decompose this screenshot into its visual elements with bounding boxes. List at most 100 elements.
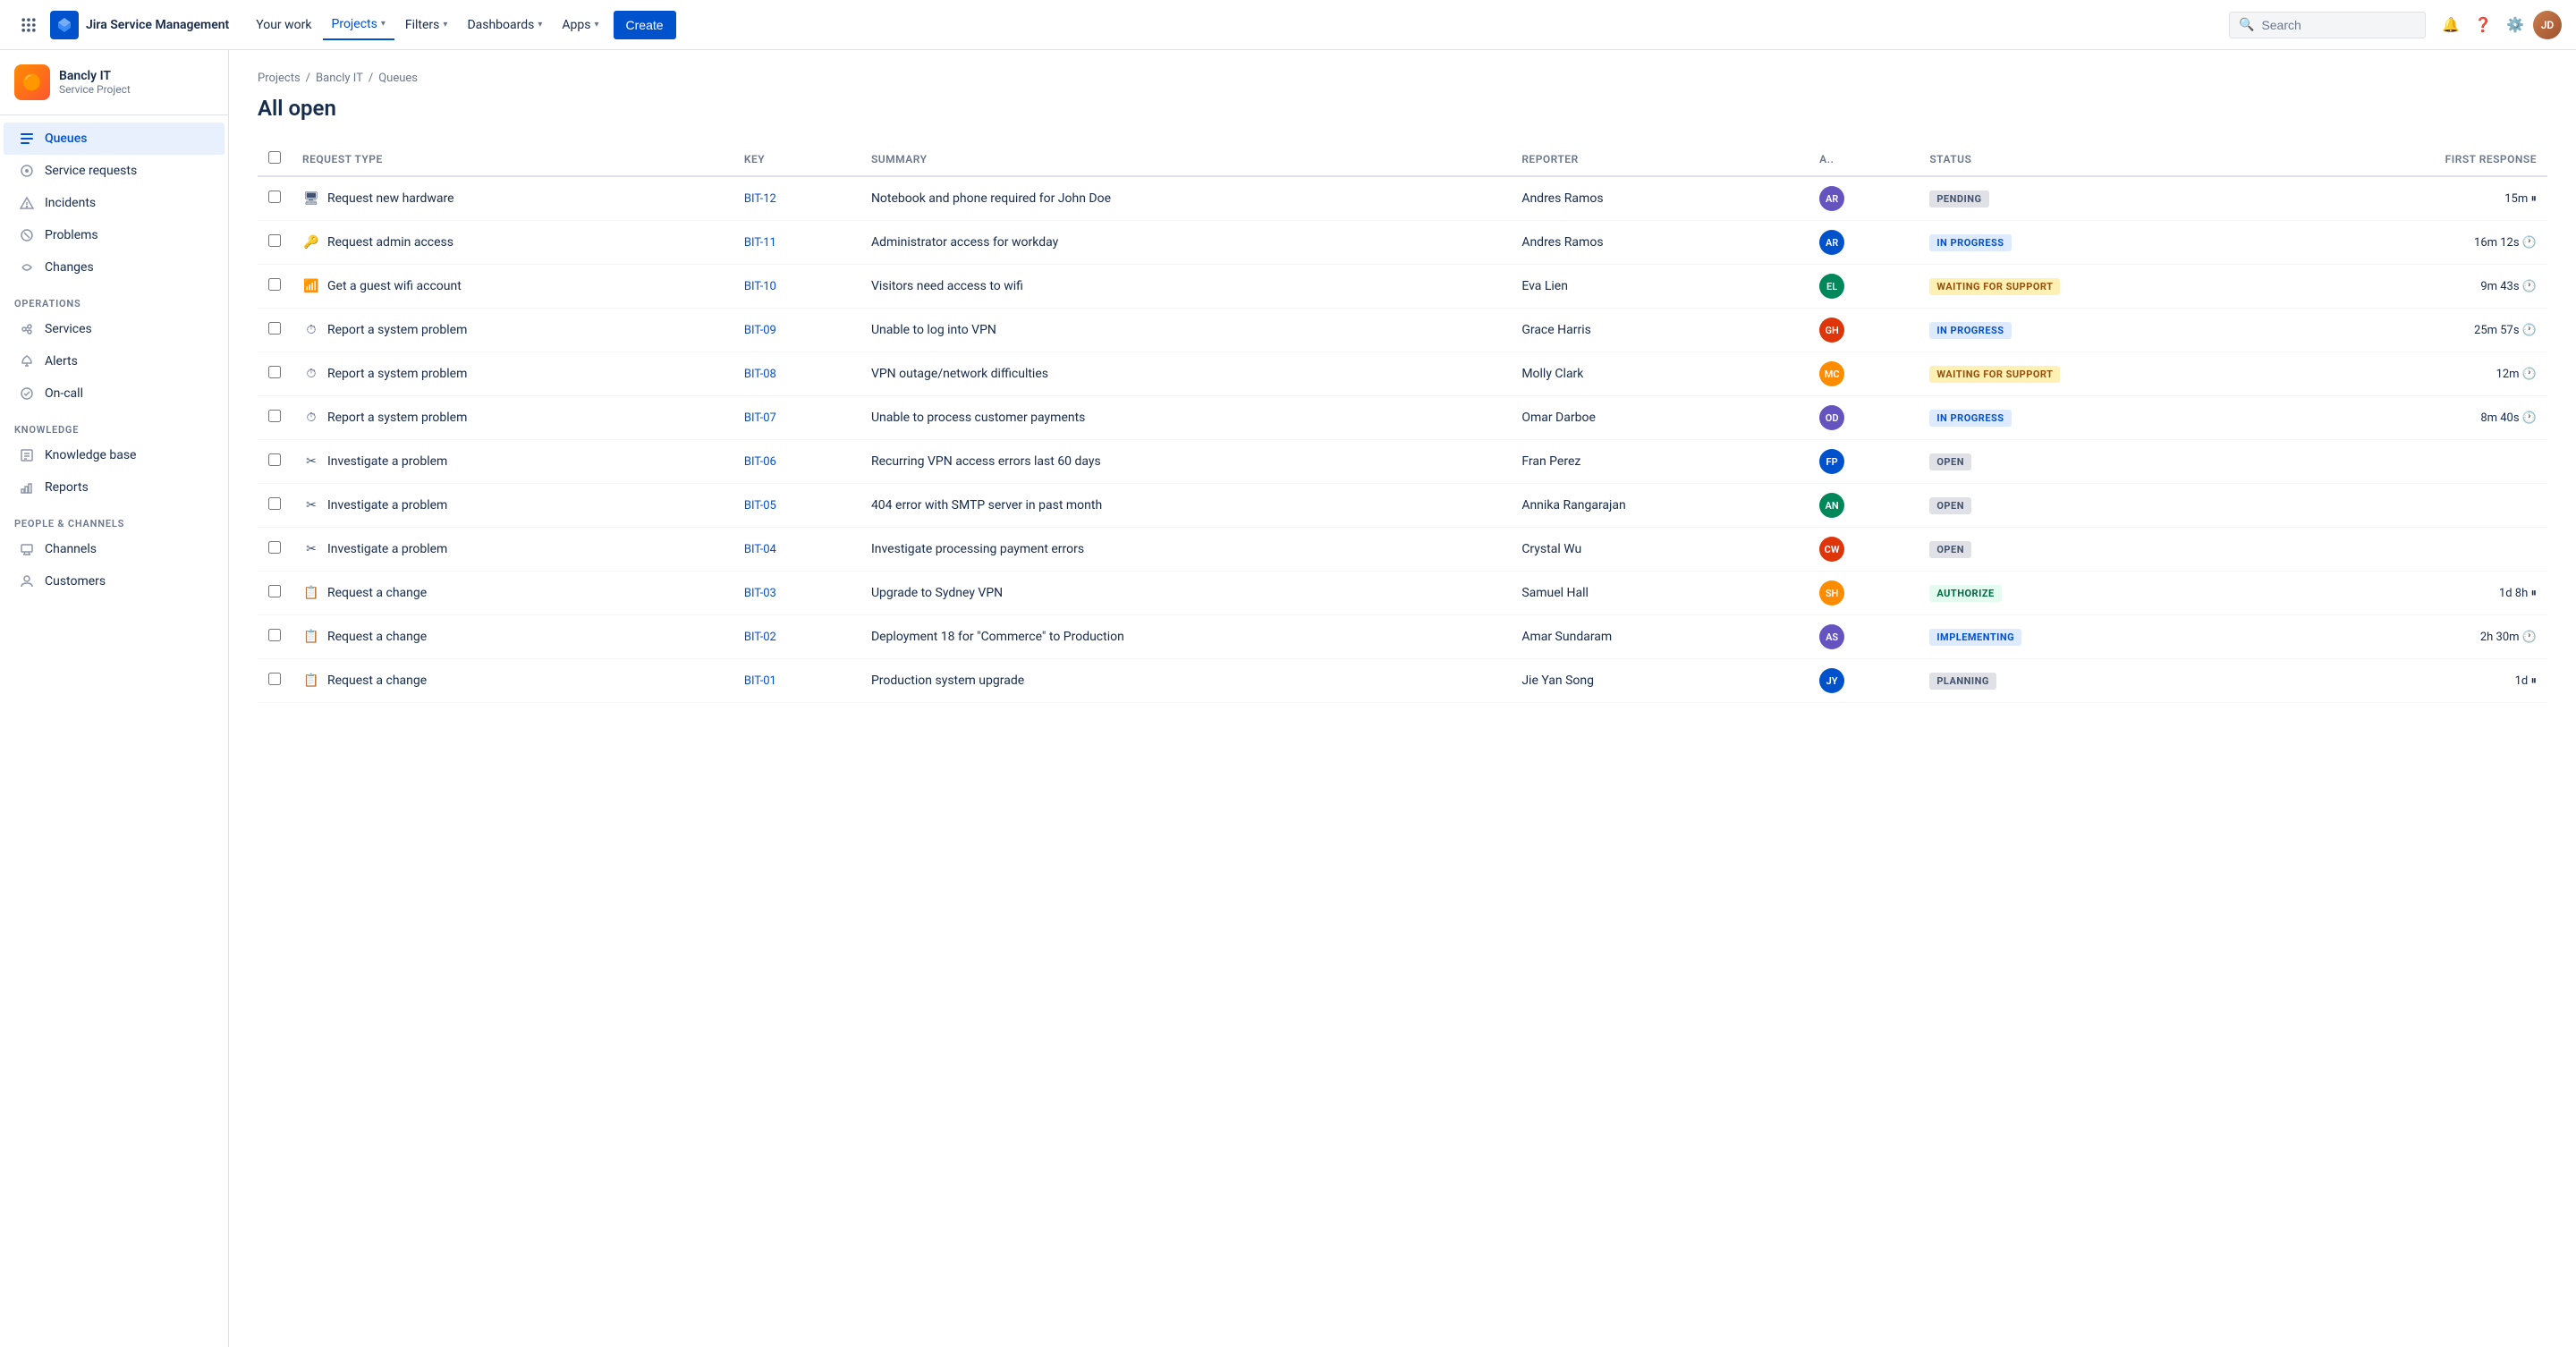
channels-label: Channels: [45, 542, 97, 556]
status-badge: OPEN: [1929, 541, 1971, 558]
assignee-avatar: OD: [1819, 405, 1844, 430]
sidebar-item-alerts[interactable]: Alerts: [4, 345, 225, 377]
main-layout: 🟠 Bancly IT Service Project Queues Servi…: [0, 50, 2576, 1347]
select-all-checkbox[interactable]: [268, 151, 281, 164]
issue-key-link[interactable]: BIT-04: [744, 543, 776, 556]
row-first-response: [2280, 528, 2548, 572]
sidebar-item-incidents[interactable]: Incidents: [4, 187, 225, 219]
row-checkbox[interactable]: [268, 629, 281, 641]
status-badge: WAITING FOR SUPPORT: [1929, 366, 2060, 383]
issue-key-link[interactable]: BIT-03: [744, 587, 776, 600]
first-response-value: 1d: [2515, 674, 2529, 688]
row-checkbox[interactable]: [268, 234, 281, 247]
row-summary: 404 error with SMTP server in past month: [860, 484, 1511, 528]
issue-key-link[interactable]: BIT-05: [744, 499, 776, 513]
row-checkbox[interactable]: [268, 453, 281, 466]
sidebar-item-service-requests[interactable]: Service requests: [4, 155, 225, 187]
project-icon: 🟠: [14, 64, 50, 100]
request-type-label: Request a change: [327, 674, 427, 688]
row-checkbox[interactable]: [268, 278, 281, 291]
issue-key-link[interactable]: BIT-01: [744, 674, 776, 688]
breadcrumb-projects[interactable]: Projects: [258, 72, 301, 85]
issue-key-link[interactable]: BIT-12: [744, 192, 776, 206]
dashboards-nav[interactable]: Dashboards ▾: [458, 11, 551, 39]
row-checkbox[interactable]: [268, 191, 281, 203]
user-avatar[interactable]: JD: [2533, 11, 2562, 39]
row-status: IMPLEMENTING: [1919, 615, 2279, 659]
status-badge: IN PROGRESS: [1929, 234, 2011, 251]
row-checkbox[interactable]: [268, 366, 281, 378]
row-request-type: ✂ Investigate a problem: [292, 528, 733, 572]
issue-key-link[interactable]: BIT-08: [744, 368, 776, 381]
row-checkbox[interactable]: [268, 497, 281, 510]
row-key: BIT-01: [733, 659, 860, 703]
knowledge-base-label: Knowledge base: [45, 448, 136, 462]
queues-icon: [18, 130, 36, 148]
row-checkbox[interactable]: [268, 541, 281, 554]
row-request-type: 🔑 Request admin access: [292, 221, 733, 265]
main-navigation: Your work Projects ▾ Filters ▾ Dashboard…: [247, 10, 675, 40]
row-reporter: Crystal Wu: [1511, 528, 1809, 572]
sidebar-item-reports[interactable]: Reports: [4, 471, 225, 504]
top-navigation: Jira Service Management Your work Projec…: [0, 0, 2576, 50]
sidebar-item-on-call[interactable]: On-call: [4, 377, 225, 410]
status-badge: PENDING: [1929, 191, 1988, 208]
row-checkbox[interactable]: [268, 410, 281, 422]
row-summary: Unable to log into VPN: [860, 309, 1511, 352]
assignee-avatar: FP: [1819, 449, 1844, 474]
request-type-label: Report a system problem: [327, 411, 467, 425]
col-reporter: Reporter: [1511, 142, 1809, 176]
search-box[interactable]: 🔍: [2229, 12, 2426, 38]
issue-key-link[interactable]: BIT-10: [744, 280, 776, 293]
sidebar-item-queues[interactable]: Queues: [4, 123, 225, 155]
issue-key-link[interactable]: BIT-09: [744, 324, 776, 337]
projects-nav[interactable]: Projects ▾: [323, 10, 394, 40]
breadcrumb-sep-1: /: [306, 72, 310, 85]
row-checkbox[interactable]: [268, 673, 281, 685]
row-checkbox-cell: [258, 615, 292, 659]
table-body: 🖥 Request new hardware BIT-12 Notebook a…: [258, 176, 2547, 703]
filters-nav[interactable]: Filters ▾: [396, 11, 457, 39]
row-request-type: ⏱ Report a system problem: [292, 352, 733, 396]
changes-icon: [18, 258, 36, 276]
help-button[interactable]: ❓: [2469, 11, 2497, 39]
issue-key-link[interactable]: BIT-02: [744, 631, 776, 644]
row-checkbox-cell: [258, 659, 292, 703]
row-reporter: Andres Ramos: [1511, 221, 1809, 265]
sidebar-item-changes[interactable]: Changes: [4, 251, 225, 284]
sidebar-item-problems[interactable]: Problems: [4, 219, 225, 251]
on-call-icon: [18, 385, 36, 402]
notifications-button[interactable]: 🔔: [2436, 11, 2465, 39]
apps-grid-icon[interactable]: [14, 11, 43, 39]
apps-nav[interactable]: Apps ▾: [553, 11, 607, 39]
row-status: IN PROGRESS: [1919, 396, 2279, 440]
sidebar-item-customers[interactable]: Customers: [4, 565, 225, 597]
customers-label: Customers: [45, 574, 106, 589]
status-badge: AUTHORIZE: [1929, 585, 2001, 602]
table-row: 📋 Request a change BIT-02 Deployment 18 …: [258, 615, 2547, 659]
settings-button[interactable]: ⚙️: [2501, 11, 2529, 39]
assignee-avatar: MC: [1819, 361, 1844, 386]
row-request-type: 📋 Request a change: [292, 572, 733, 615]
page-title: All open: [258, 96, 2547, 121]
app-logo[interactable]: Jira Service Management: [50, 11, 229, 39]
search-input[interactable]: [2261, 18, 2404, 32]
row-checkbox[interactable]: [268, 585, 281, 597]
col-status: Status: [1919, 142, 2279, 176]
issue-key-link[interactable]: BIT-07: [744, 411, 776, 425]
reports-label: Reports: [45, 480, 89, 495]
sidebar-item-knowledge-base[interactable]: Knowledge base: [4, 439, 225, 471]
project-info: Bancly IT Service Project: [59, 69, 131, 96]
issue-key-link[interactable]: BIT-11: [744, 236, 776, 250]
row-checkbox[interactable]: [268, 322, 281, 335]
sidebar-item-channels[interactable]: Channels: [4, 533, 225, 565]
your-work-nav[interactable]: Your work: [247, 11, 320, 39]
sidebar-item-services[interactable]: Services: [4, 313, 225, 345]
breadcrumb-bancly-it[interactable]: Bancly IT: [316, 72, 363, 85]
create-button[interactable]: Create: [614, 11, 676, 39]
issue-key-link[interactable]: BIT-06: [744, 455, 776, 469]
sidebar-project: 🟠 Bancly IT Service Project: [0, 50, 228, 115]
table-header: Request Type Key Summary Reporter A.. St…: [258, 142, 2547, 176]
main-content: Projects / Bancly IT / Queues All open R…: [229, 50, 2576, 1347]
row-request-type: 📶 Get a guest wifi account: [292, 265, 733, 309]
